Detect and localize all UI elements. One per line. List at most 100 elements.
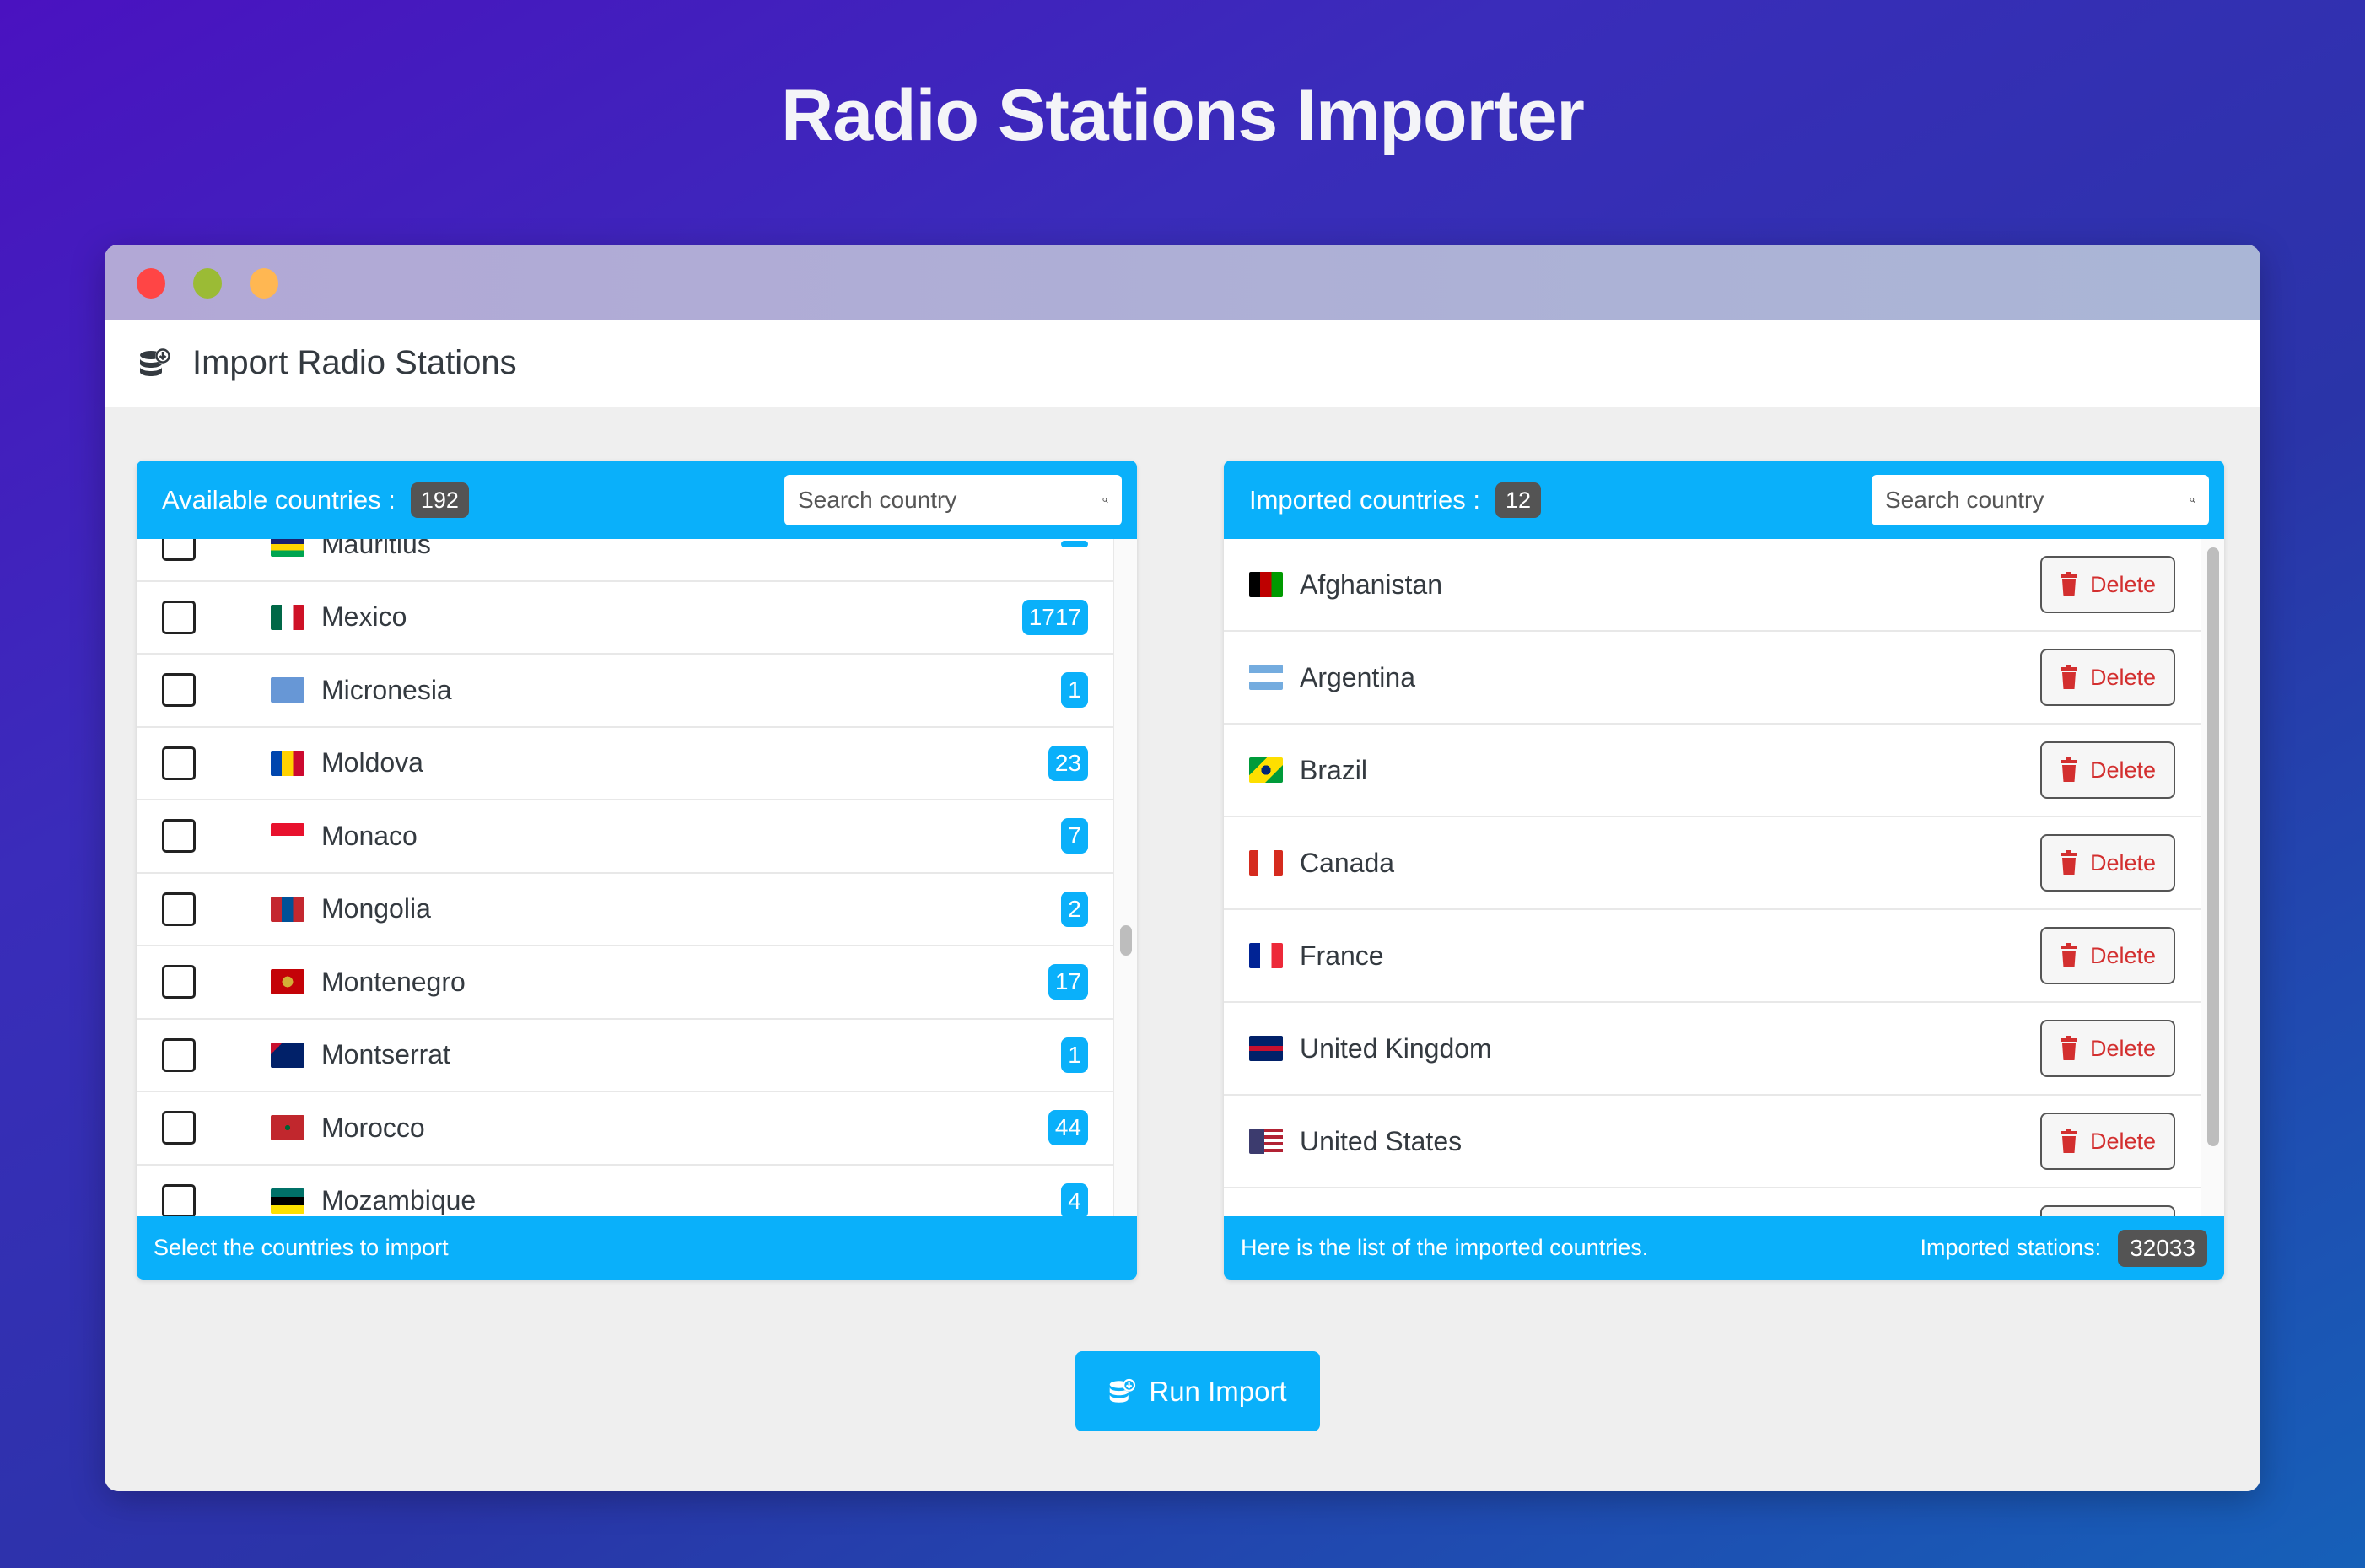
delete-button[interactable]: Delete <box>2040 927 2175 984</box>
station-count-badge: 1 <box>1061 1037 1088 1073</box>
station-count-badge: 17 <box>1048 964 1088 1000</box>
trash-icon <box>2060 943 2077 967</box>
available-scrollbar[interactable] <box>1113 539 1137 1216</box>
country-name: Mozambique <box>321 1185 477 1216</box>
available-country-list: Mauritius Mexico 1717 Micronesia 1 Moldova 23 M… <box>137 539 1113 1216</box>
country-name: Micronesia <box>321 674 452 705</box>
imported-country-list: Afghanistan Delete Argentina Delete Brazil De… <box>1224 539 2201 1216</box>
imported-count-badge: 12 <box>1495 482 1542 518</box>
country-name: Mexico <box>321 601 407 633</box>
imported-search-box <box>1872 474 2209 525</box>
country-checkbox[interactable] <box>162 539 196 562</box>
flag-icon <box>271 604 304 630</box>
country-checkbox[interactable] <box>162 819 196 854</box>
flag-icon <box>271 1042 304 1068</box>
delete-button[interactable]: Delete <box>2040 1113 2175 1170</box>
country-name: Afghanistan <box>1300 568 1443 600</box>
imported-scroll-thumb[interactable] <box>2207 547 2219 1146</box>
available-country-row[interactable]: Morocco 44 <box>137 1092 1113 1166</box>
delete-button[interactable]: Delete <box>2040 1205 2175 1216</box>
minimize-window-button[interactable] <box>193 268 222 299</box>
flag-icon <box>271 969 304 995</box>
available-search-box <box>784 474 1122 525</box>
available-country-row[interactable]: Moldova 23 <box>137 728 1113 800</box>
country-checkbox[interactable] <box>162 746 196 780</box>
available-country-row[interactable]: Mexico 1717 <box>137 582 1113 655</box>
station-count-badge: 44 <box>1048 1110 1088 1146</box>
available-country-row[interactable]: Montserrat 1 <box>137 1020 1113 1092</box>
run-import-button[interactable]: Run Import <box>1075 1351 1320 1431</box>
country-checkbox[interactable] <box>162 1111 196 1145</box>
available-country-row[interactable]: Montenegro 17 <box>137 946 1113 1020</box>
country-checkbox[interactable] <box>162 1183 196 1216</box>
country-name: United Kingdom <box>1300 1032 1492 1064</box>
delete-button[interactable]: Delete <box>2040 556 2175 613</box>
country-checkbox[interactable] <box>162 965 196 1000</box>
search-icon[interactable] <box>2190 487 2195 514</box>
imported-scrollbar[interactable] <box>2201 539 2224 1216</box>
imported-country-row: United States Delete <box>1224 1096 2201 1188</box>
available-country-row[interactable]: Mauritius <box>137 539 1113 582</box>
delete-button[interactable]: Delete <box>2040 1020 2175 1077</box>
station-count-badge: 4 <box>1061 1183 1088 1216</box>
delete-label: Delete <box>2089 942 2157 968</box>
country-checkbox[interactable] <box>162 673 196 708</box>
window-titlebar <box>105 245 2260 320</box>
trash-icon <box>2060 665 2077 689</box>
country-checkbox[interactable] <box>162 600 196 634</box>
imported-country-row: Canada Delete <box>1224 817 2201 910</box>
available-scroll-thumb[interactable] <box>1120 925 1132 956</box>
available-panel-header: Available countries : 192 <box>137 461 1137 539</box>
flag-icon <box>271 896 304 922</box>
flag-icon <box>1249 850 1283 876</box>
maximize-window-button[interactable] <box>250 268 278 299</box>
country-checkbox[interactable] <box>162 1037 196 1072</box>
imported-country-row: Delete <box>1224 1188 2201 1216</box>
available-country-row[interactable]: Micronesia 1 <box>137 655 1113 728</box>
available-country-row[interactable]: Mozambique 4 <box>137 1166 1113 1216</box>
delete-button[interactable]: Delete <box>2040 834 2175 892</box>
available-list-container: Mauritius Mexico 1717 Micronesia 1 Moldova 23 M… <box>137 539 1137 1216</box>
country-name: Mongolia <box>321 893 431 924</box>
country-name: United States <box>1300 1125 1463 1156</box>
trash-icon <box>2060 757 2077 782</box>
available-country-row[interactable]: Mongolia 2 <box>137 874 1113 946</box>
flag-icon <box>1249 757 1283 783</box>
flag-icon <box>271 750 304 776</box>
flag-icon <box>1249 1129 1283 1154</box>
imported-country-row: United Kingdom Delete <box>1224 1003 2201 1096</box>
imported-panel-header: Imported countries : 12 <box>1224 461 2224 539</box>
delete-label: Delete <box>2089 571 2157 597</box>
delete-label: Delete <box>2089 849 2157 876</box>
app-header: Import Radio Stations <box>105 320 2260 407</box>
flag-icon <box>1249 943 1283 968</box>
imported-countries-label: Imported countries : <box>1249 484 1480 515</box>
imported-search-input[interactable] <box>1885 486 2190 514</box>
imported-panel-footer: Here is the list of the imported countri… <box>1224 1216 2224 1280</box>
available-footer-text: Select the countries to import <box>154 1235 449 1260</box>
flag-icon <box>1249 1036 1283 1061</box>
imported-footer-text: Here is the list of the imported countri… <box>1241 1235 1649 1260</box>
search-icon[interactable] <box>1102 487 1108 514</box>
imported-stations-label: Imported stations: <box>1920 1235 2102 1260</box>
run-import-label: Run Import <box>1149 1375 1287 1407</box>
delete-label: Delete <box>2089 1128 2157 1154</box>
imported-country-row: Argentina Delete <box>1224 632 2201 725</box>
available-country-row[interactable]: Monaco 7 <box>137 800 1113 874</box>
station-count-badge: 2 <box>1061 891 1088 927</box>
country-name: Argentina <box>1300 661 1415 692</box>
app-header-title: Import Radio Stations <box>192 344 517 381</box>
available-search-input[interactable] <box>798 486 1102 514</box>
delete-label: Delete <box>2089 1035 2157 1061</box>
delete-button[interactable]: Delete <box>2040 649 2175 706</box>
country-name: Moldova <box>321 747 423 779</box>
delete-button[interactable]: Delete <box>2040 741 2175 799</box>
available-count-badge: 192 <box>410 482 469 518</box>
close-window-button[interactable] <box>137 268 165 299</box>
delete-label: Delete <box>2089 664 2157 690</box>
database-download-icon <box>140 348 170 376</box>
available-countries-label: Available countries : <box>162 484 396 515</box>
country-checkbox[interactable] <box>162 892 196 926</box>
station-count-badge: 1 <box>1061 672 1088 709</box>
flag-icon <box>271 1188 304 1214</box>
